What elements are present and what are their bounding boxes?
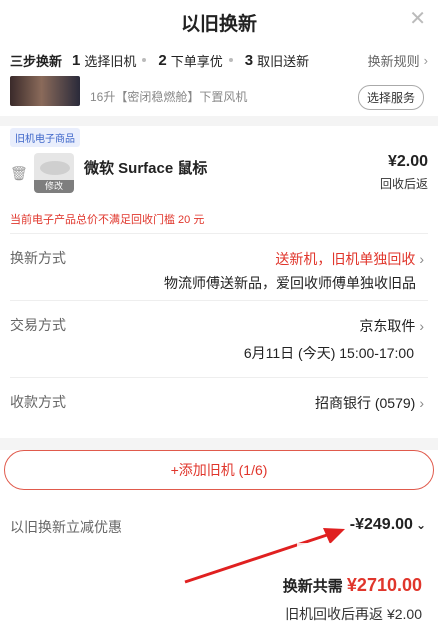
dialog-header: 以旧换新 ✕ (0, 0, 438, 44)
recycle-note: 回收后返 (379, 177, 428, 191)
step-separator (142, 58, 147, 62)
rules-link[interactable]: 换新规则 › (368, 51, 428, 70)
section-divider (0, 116, 438, 126)
section-divider (0, 438, 438, 450)
step-label: 下单享优 (170, 53, 223, 69)
renew-method-row[interactable]: 换新方式 送新机，旧机单独回收 › 物流师傅送新品，爱回收师傅单独收旧品 (0, 234, 438, 300)
product-name: 微软 Surface 鼠标 (84, 160, 208, 177)
total-label: 换新共需 (282, 578, 343, 595)
new-product-thumbnail (10, 76, 80, 106)
step-number: 3 (244, 51, 254, 69)
product-price: ¥2.00 (387, 153, 428, 170)
select-service-button[interactable]: 选择服务 (357, 85, 424, 110)
step-label: 取旧送新 (257, 53, 310, 69)
renew-method-text: 送新机，旧机单独回收 (275, 251, 416, 267)
trade-method-label: 交易方式 (10, 317, 66, 333)
service-description: 16升【密闭稳燃舱】下置风机 (90, 90, 248, 104)
step-1: 1 选择旧机 (72, 51, 152, 70)
payment-method-text: 招商银行 (0579) (314, 395, 416, 411)
steps-bar: 三步换新 1 选择旧机 2 下单享优 3 取旧送新 换新规则 › (0, 44, 438, 76)
payment-method-label: 收款方式 (10, 394, 66, 410)
total-value: ¥2710.00 (346, 575, 422, 595)
refund-line: 旧机回收后再返 ¥2.00 (285, 606, 422, 622)
total-summary: 换新共需 ¥2710.00 (283, 575, 422, 596)
close-icon[interactable]: ✕ (409, 6, 426, 31)
chevron-right-icon: › (419, 251, 424, 267)
chevron-right-icon: › (423, 52, 428, 68)
chevron-down-icon: ⌄ (415, 518, 426, 532)
product-price-block: ¥2.00 回收后返 (380, 153, 428, 192)
renew-method-label: 换新方式 (10, 250, 66, 266)
product-image[interactable]: 修改 (34, 153, 74, 193)
payment-method-row[interactable]: 收款方式 招商银行 (0579) › (0, 378, 438, 438)
old-item-card: 旧机电子商品 🗑 修改 微软 Surface 鼠标 ¥2.00 回收后返 当前电… (0, 126, 438, 233)
trade-method-value: 京东取件 › (359, 316, 424, 336)
rules-label: 换新规则 (367, 53, 420, 69)
discount-label: 以旧换新立减优惠 (10, 519, 122, 535)
trash-icon[interactable]: 🗑 (10, 165, 34, 182)
old-item-tag: 旧机电子商品 (10, 128, 80, 147)
step-2: 2 下单享优 (158, 51, 238, 70)
renew-method-value: 送新机，旧机单独回收 › (275, 249, 424, 269)
threshold-warning: 当前电子产品总价不满足回收门槛 20 元 (10, 214, 205, 226)
trade-method-row[interactable]: 交易方式 京东取件 › 6月11日 (今天) 15:00-17:00 (0, 301, 438, 377)
mouse-icon (40, 161, 70, 175)
payment-method-value: 招商银行 (0579) › (315, 393, 424, 413)
step-separator (228, 58, 233, 62)
edit-label[interactable]: 修改 (34, 180, 74, 193)
discount-value[interactable]: -¥249.00 ⌄ (350, 516, 426, 534)
product-row: 🗑 修改 微软 Surface 鼠标 ¥2.00 回收后返 (10, 153, 428, 201)
chevron-right-icon: › (419, 395, 424, 411)
renew-method-sub: 物流师傅送新品，爱回收师傅单独收旧品 (164, 275, 416, 291)
step-3: 3 取旧送新 (245, 51, 309, 70)
trade-method-text: 京东取件 (359, 318, 416, 334)
trade-time: 6月11日 (今天) 15:00-17:00 (243, 345, 414, 361)
step-number: 2 (158, 51, 167, 69)
dialog-title: 以旧换新 (180, 13, 257, 35)
add-old-item-button[interactable]: +添加旧机 (1/6) (4, 450, 434, 490)
steps-lead: 三步换新 (10, 53, 63, 69)
step-label: 选择旧机 (84, 53, 137, 69)
service-strip: 16升【密闭稳燃舱】下置风机 选择服务 (0, 76, 438, 116)
chevron-right-icon: › (419, 318, 424, 334)
step-number: 1 (72, 51, 81, 69)
